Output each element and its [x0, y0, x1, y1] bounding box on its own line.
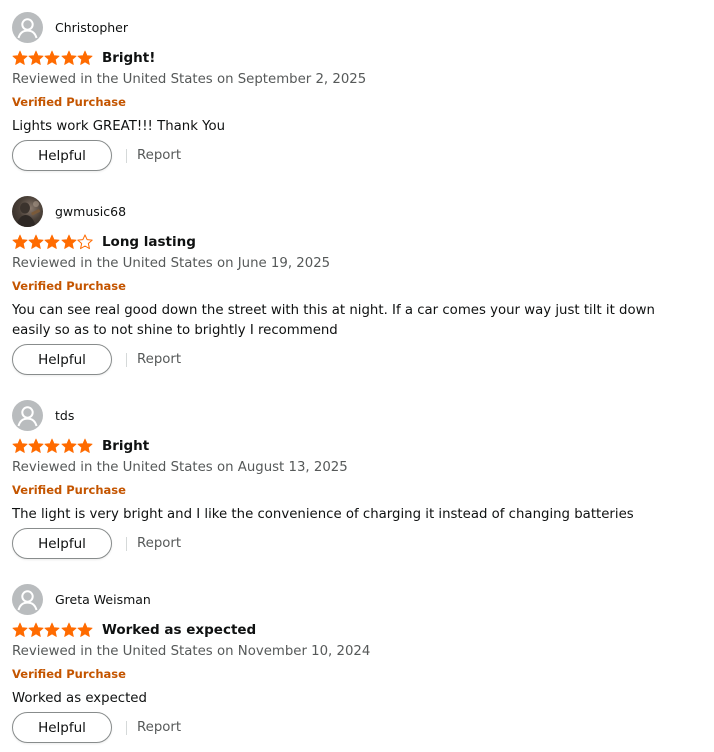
avatar [12, 399, 43, 431]
rating-row: Worked as expected [12, 621, 256, 639]
verified-purchase-badge[interactable]: Verified Purchase [12, 667, 126, 681]
star-full-icon [28, 622, 44, 637]
rating-row: Long lasting [12, 233, 196, 251]
star-full-icon [44, 234, 60, 249]
person-silhouette-icon [17, 405, 38, 426]
star-full-icon [77, 438, 93, 453]
action-divider [126, 536, 127, 551]
star-full-icon [44, 622, 60, 637]
review-body: You can see real good down the street wi… [12, 303, 655, 338]
review-title[interactable]: Bright [102, 438, 149, 454]
star-full-icon [28, 234, 44, 249]
review-date: Reviewed in the United States on August … [12, 460, 348, 475]
avatar [12, 11, 43, 43]
review-actions: Helpful Report [12, 140, 181, 171]
review-body: Worked as expected [12, 691, 147, 706]
star-full-icon [44, 50, 60, 65]
star-full-icon [44, 438, 60, 453]
helpful-button[interactable]: Helpful [12, 528, 112, 559]
star-full-icon [28, 50, 44, 65]
reviewer-name: tds [55, 407, 75, 423]
reviewer-name: Greta Weisman [55, 591, 151, 607]
review-actions: Helpful Report [12, 344, 181, 375]
reviewer-profile[interactable]: Greta Weisman [12, 583, 151, 615]
report-link[interactable]: Report [137, 148, 181, 163]
review-title[interactable]: Long lasting [102, 234, 196, 250]
star-full-icon [61, 234, 77, 249]
report-link[interactable]: Report [137, 720, 181, 735]
review-body: Lights work GREAT!!! Thank You [12, 119, 226, 134]
star-full-icon [12, 234, 28, 249]
star-full-icon [61, 622, 77, 637]
helpful-button[interactable]: Helpful [12, 712, 112, 743]
star-full-icon [61, 50, 77, 65]
action-divider [126, 720, 127, 735]
review-date: Reviewed in the United States on June 19… [12, 256, 331, 271]
star-rating[interactable] [12, 49, 93, 67]
rating-row: Bright! [12, 49, 155, 67]
avatar [12, 195, 43, 227]
action-divider [126, 148, 127, 163]
star-rating[interactable] [12, 621, 93, 639]
reviewer-profile[interactable]: gwmusic68 [12, 195, 126, 227]
reviewer-name: gwmusic68 [55, 203, 127, 219]
verified-purchase-badge[interactable]: Verified Purchase [12, 279, 126, 293]
star-full-icon [61, 438, 77, 453]
report-link[interactable]: Report [137, 536, 181, 551]
reviewer-profile[interactable]: tds [12, 399, 74, 431]
person-silhouette-icon [17, 17, 38, 38]
star-full-icon [12, 622, 28, 637]
action-divider [126, 352, 127, 367]
star-full-icon [28, 438, 44, 453]
review-title[interactable]: Bright! [102, 50, 155, 66]
report-link[interactable]: Report [137, 352, 181, 367]
review-date: Reviewed in the United States on Novembe… [12, 644, 371, 659]
person-silhouette-icon [17, 589, 38, 610]
review-actions: Helpful Report [12, 712, 181, 743]
star-rating[interactable] [12, 437, 93, 455]
reviewer-name: Christopher [55, 19, 129, 35]
rating-row: Bright [12, 437, 149, 455]
reviewer-profile[interactable]: Christopher [12, 11, 128, 43]
review-title[interactable]: Worked as expected [102, 622, 256, 638]
review-actions: Helpful Report [12, 528, 181, 559]
star-rating[interactable] [12, 233, 93, 251]
star-full-icon [12, 438, 28, 453]
review-date: Reviewed in the United States on Septemb… [12, 72, 367, 87]
star-full-icon [77, 622, 93, 637]
helpful-button[interactable]: Helpful [12, 344, 112, 375]
review-body: The light is very bright and I like the … [12, 507, 634, 522]
star-empty-icon [77, 234, 93, 250]
star-full-icon [12, 50, 28, 65]
star-full-icon [77, 50, 93, 65]
user-photo-avatar [16, 200, 41, 227]
helpful-button[interactable]: Helpful [12, 140, 112, 171]
avatar [12, 583, 43, 615]
verified-purchase-badge[interactable]: Verified Purchase [12, 95, 126, 109]
verified-purchase-badge[interactable]: Verified Purchase [12, 483, 126, 497]
